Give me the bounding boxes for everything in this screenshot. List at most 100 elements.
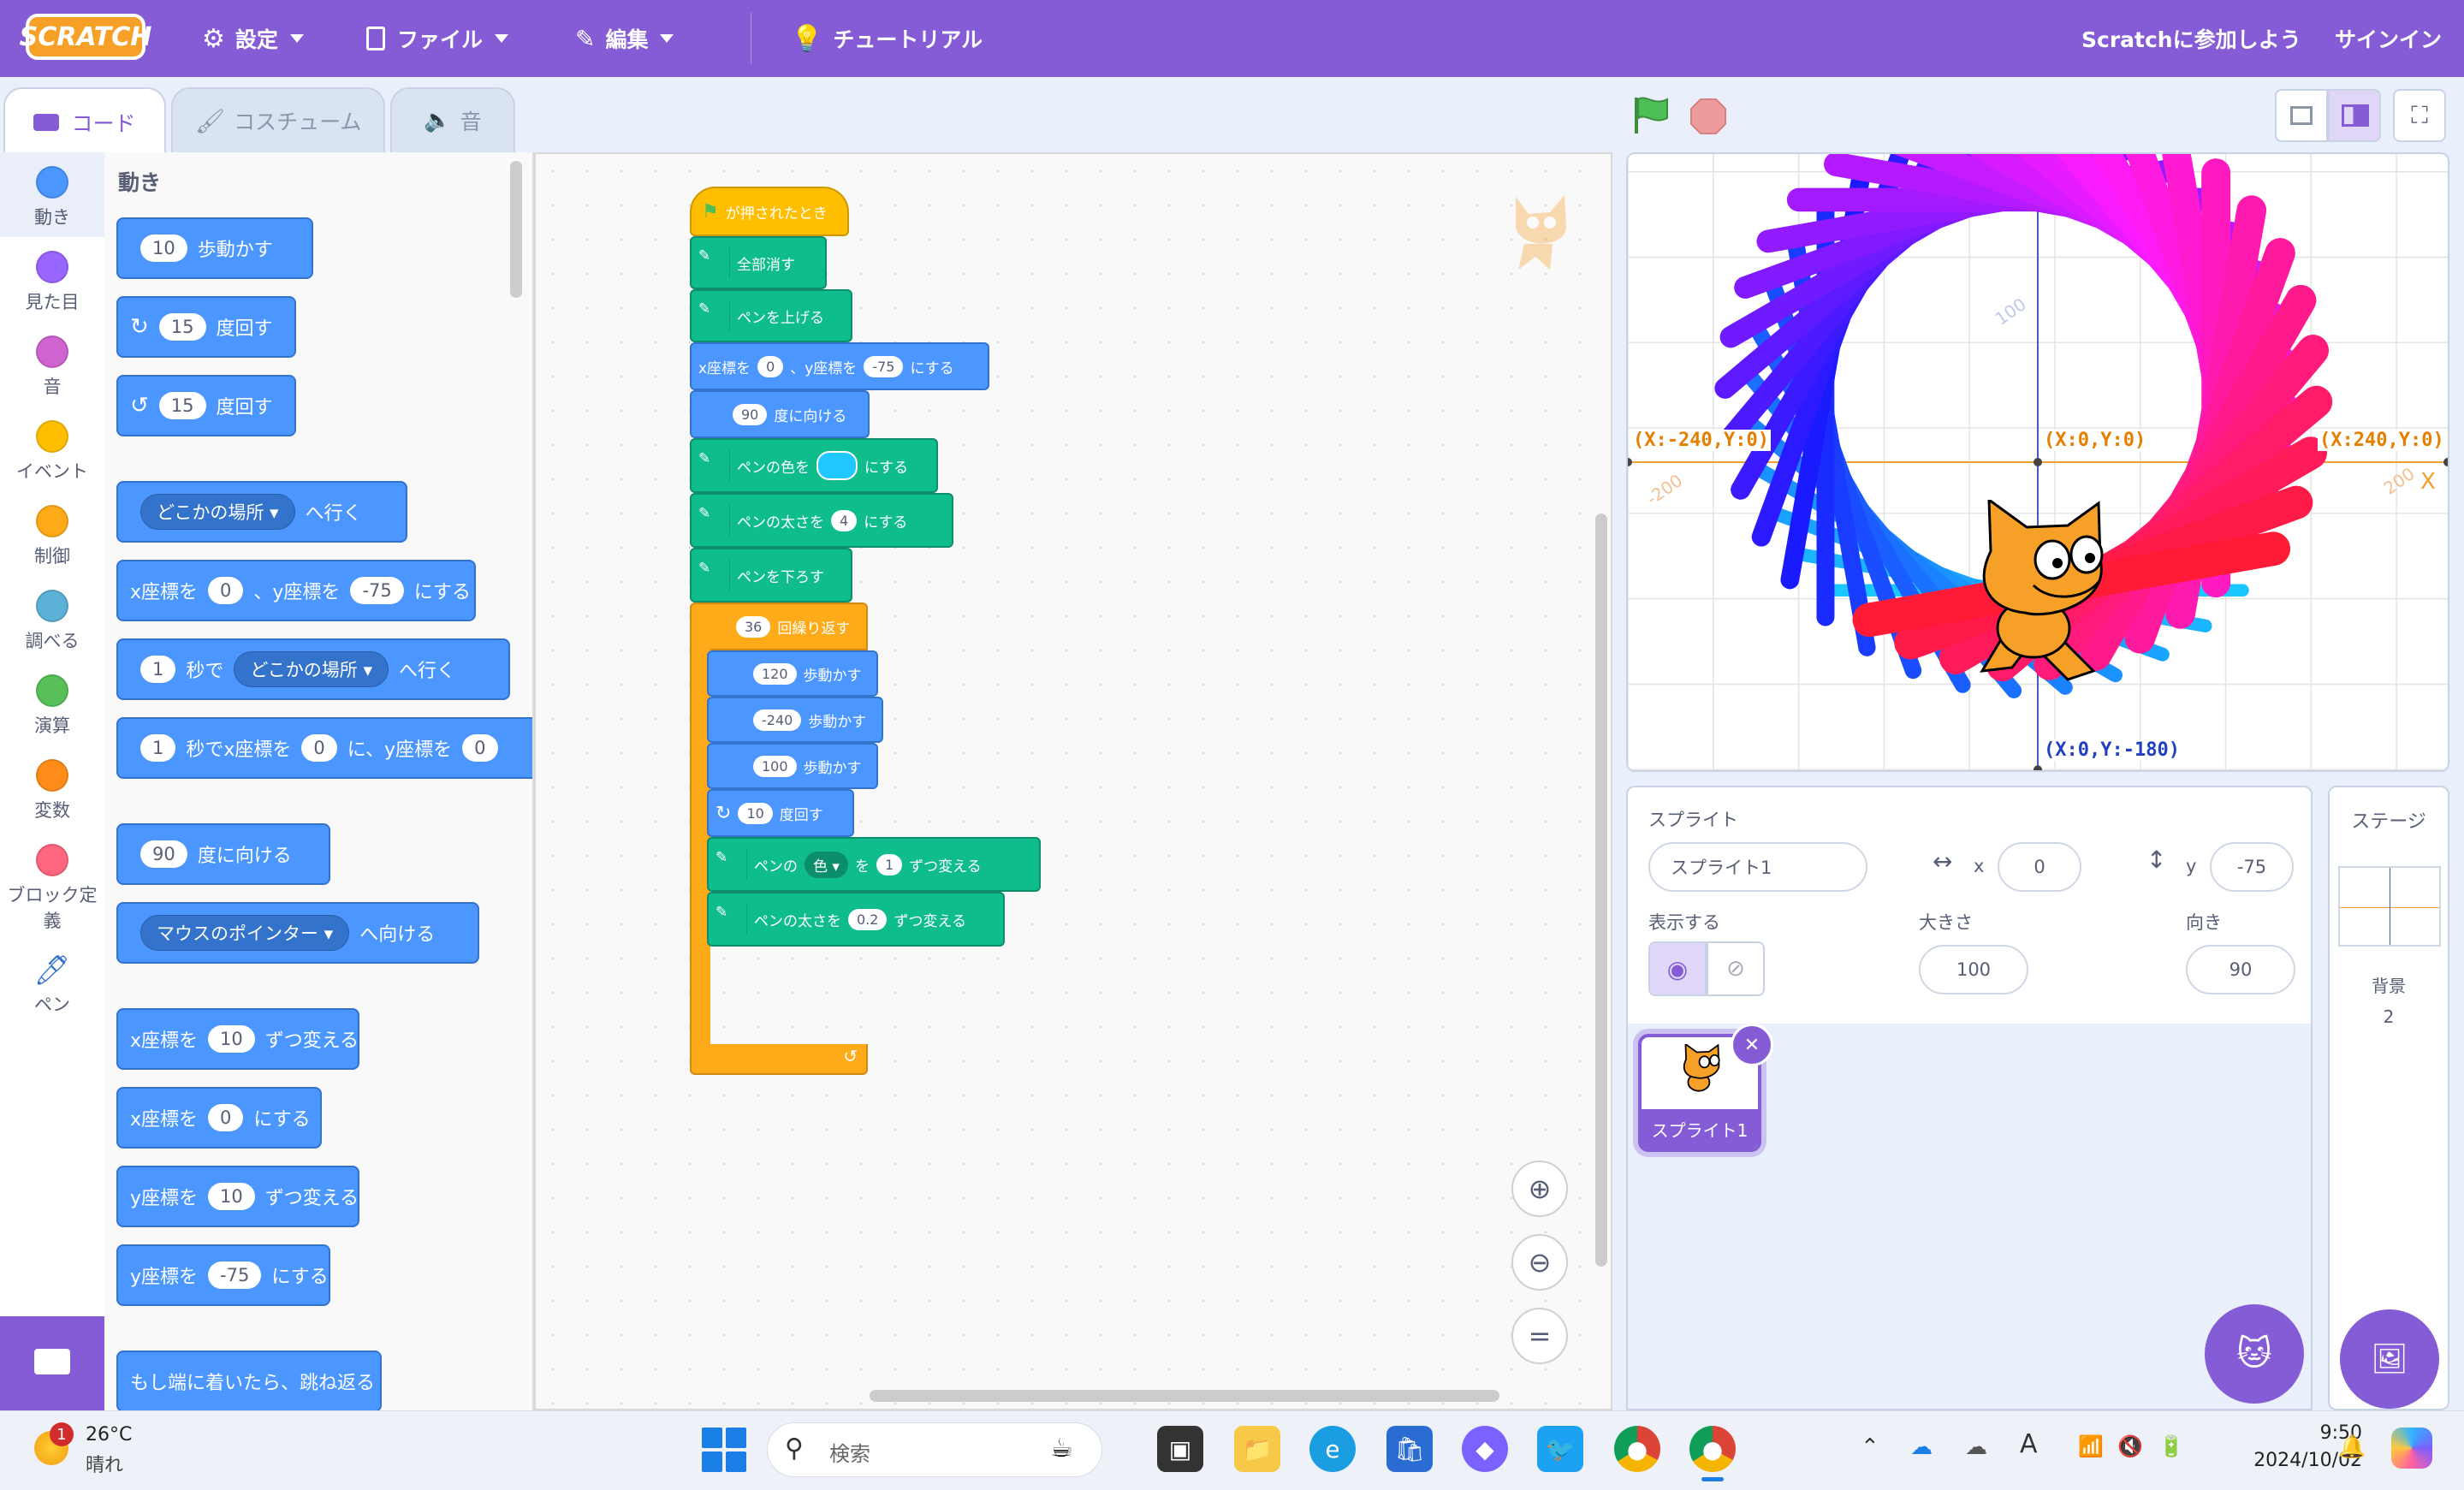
script-block-pen-up[interactable]: ✎ ペンを上げる xyxy=(690,289,852,342)
size-input[interactable]: 100 xyxy=(1919,945,2028,994)
tab-costumes[interactable]: 🖌 コスチューム xyxy=(171,87,385,152)
large-stage-button[interactable] xyxy=(2328,89,2381,142)
param-dropdown[interactable]: 色 ▾ xyxy=(805,851,848,878)
small-stage-button[interactable] xyxy=(2275,89,2328,142)
tab-code[interactable]: コード xyxy=(3,87,166,156)
script-block-move-1[interactable]: 120 歩動かす xyxy=(707,650,878,697)
x-input[interactable]: 0 xyxy=(208,577,244,604)
stop-button[interactable] xyxy=(1689,98,1727,135)
block-point-towards[interactable]: マウスのポインター ▾ へ向ける xyxy=(116,902,479,964)
x-input[interactable]: 0 xyxy=(301,734,337,762)
cloud-icon[interactable]: ☁ xyxy=(1965,1434,1987,1460)
script-block-when-flag[interactable]: ⚑ が押されたとき xyxy=(690,187,849,236)
script-block-turn[interactable]: ↻ 10 度回す xyxy=(707,789,854,837)
scratch-logo[interactable]: SCRATCH xyxy=(20,14,151,60)
stage-panel[interactable]: ステージ 背景 2 🖼 xyxy=(2328,786,2449,1410)
block-set-xy[interactable]: x座標を 0 、y座標を -75 にする xyxy=(116,560,476,621)
x-input[interactable]: 0 xyxy=(757,355,784,377)
file-menu[interactable]: ファイル xyxy=(366,0,509,77)
repeat-count-input[interactable]: 36 xyxy=(736,615,771,638)
ime-icon[interactable]: A xyxy=(2020,1429,2038,1459)
copilot-icon[interactable] xyxy=(2391,1428,2432,1469)
chrome-icon[interactable]: ● xyxy=(1614,1426,1660,1472)
script-block-goto-xy[interactable]: x座標を 0 、y座標を -75 にする xyxy=(690,342,989,390)
block-move-steps[interactable]: 10 歩動かす xyxy=(116,217,313,279)
block-change-x[interactable]: x座標を 10 ずつ変える xyxy=(116,1008,359,1070)
towards-dropdown[interactable]: マウスのポインター ▾ xyxy=(140,915,350,951)
taskbar-search[interactable]: ⚲ 検索 ☕ xyxy=(767,1422,1102,1477)
direction-input[interactable]: 90 xyxy=(2186,945,2295,994)
category-control[interactable]: 制御 xyxy=(0,505,104,568)
tray-chevron-icon[interactable]: ⌃ xyxy=(1861,1434,1879,1460)
script-block-repeat[interactable]: 36 回繰り返す xyxy=(690,603,868,650)
script-block-pen-down[interactable]: ✎ ペンを下ろす xyxy=(690,548,852,603)
category-myblocks[interactable]: ブロック定義 xyxy=(0,844,104,933)
zoom-in-button[interactable]: ⊕ xyxy=(1511,1161,1568,1217)
weather-widget[interactable]: 1 26°C 晴れ xyxy=(34,1422,171,1477)
glide-dropdown[interactable]: どこかの場所 ▾ xyxy=(234,651,389,687)
category-pen[interactable]: 🖊 ペン xyxy=(0,953,104,1017)
stage-canvas[interactable]: (X:-240,Y:0) (X:0,Y:0) (X:240,Y:0) (X:0,… xyxy=(1626,152,2449,772)
y-position-input[interactable]: -75 xyxy=(2210,842,2294,892)
seconds-input[interactable]: 1 xyxy=(140,656,176,683)
show-hidden-button[interactable]: ⊘ xyxy=(1707,941,1765,996)
add-extension-button[interactable] xyxy=(0,1316,104,1410)
direction-input[interactable]: 90 xyxy=(733,403,768,425)
bell-icon[interactable]: 🔔 xyxy=(2338,1434,2366,1460)
block-set-x[interactable]: x座標を 0 にする xyxy=(116,1087,322,1149)
fullscreen-button[interactable]: ⛶ xyxy=(2393,89,2446,142)
wifi-icon[interactable]: 📶 xyxy=(2078,1434,2104,1458)
tutorials-menu[interactable]: 💡 チュートリアル xyxy=(791,0,983,77)
y-input[interactable]: -75 xyxy=(208,1261,262,1289)
block-glide-xy[interactable]: 1 秒でx座標を 0 に、y座標を 0 xyxy=(116,717,532,779)
settings-menu[interactable]: ⚙ 設定 xyxy=(202,0,304,77)
choose-backdrop-button[interactable]: 🖼 xyxy=(2340,1309,2439,1409)
block-turn-right[interactable]: ↻ 15 度回す xyxy=(116,296,296,358)
seconds-input[interactable]: 1 xyxy=(140,734,176,762)
zoom-out-button[interactable]: ⊖ xyxy=(1511,1234,1568,1291)
x-change-input[interactable]: 10 xyxy=(208,1025,255,1053)
show-visible-button[interactable]: ◉ xyxy=(1648,941,1707,996)
edit-menu[interactable]: ✎ 編集 xyxy=(575,0,674,77)
block-point-direction[interactable]: 90 度に向ける xyxy=(116,823,330,885)
x-position-input[interactable]: 0 xyxy=(1998,842,2081,892)
edge-icon[interactable]: e xyxy=(1309,1426,1356,1472)
category-sound[interactable]: 音 xyxy=(0,335,104,399)
store-icon[interactable]: 🛍 xyxy=(1386,1426,1433,1472)
degrees-input[interactable]: 10 xyxy=(738,802,773,824)
start-button[interactable] xyxy=(702,1428,746,1472)
task-view-icon[interactable]: ▣ xyxy=(1157,1426,1203,1472)
delete-sprite-button[interactable]: ✕ xyxy=(1731,1024,1773,1066)
goto-dropdown[interactable]: どこかの場所 ▾ xyxy=(140,494,295,530)
volume-icon[interactable]: 🔇 xyxy=(2117,1434,2143,1458)
category-variables[interactable]: 変数 xyxy=(0,759,104,822)
script-block-point-direction[interactable]: 90 度に向ける xyxy=(690,390,870,438)
choose-sprite-button[interactable]: 🐱 xyxy=(2205,1304,2304,1404)
script-block-change-pen-color[interactable]: ✎ ペンの色 ▾ を 1 ずつ変える xyxy=(707,837,1041,892)
y-change-input[interactable]: 10 xyxy=(208,1183,255,1210)
y-input[interactable]: -75 xyxy=(864,355,904,377)
script-block-move-3[interactable]: 100 歩動かす xyxy=(707,743,878,789)
join-link[interactable]: Scratchに参加しよう xyxy=(2081,0,2301,77)
direction-input[interactable]: 90 xyxy=(140,840,187,868)
category-motion[interactable]: 動き xyxy=(0,166,104,229)
degrees-input[interactable]: 15 xyxy=(158,313,206,341)
y-input[interactable]: 0 xyxy=(462,734,498,762)
script-block-change-pen-size[interactable]: ✎ ペンの太さを 0.2 ずつ変える xyxy=(707,892,1005,947)
block-set-y[interactable]: y座標を -75 にする xyxy=(116,1244,330,1306)
cat-sprite[interactable] xyxy=(1948,500,2131,690)
block-bounce[interactable]: もし端に着いたら、跳ね返る xyxy=(116,1350,382,1410)
script-block-clear[interactable]: ✎ 全部消す xyxy=(690,236,827,289)
y-input[interactable]: -75 xyxy=(350,577,404,604)
sprite-name-input[interactable]: スプライト1 xyxy=(1648,842,1867,892)
steps-input[interactable]: -240 xyxy=(753,709,802,731)
block-glide-to[interactable]: 1 秒で どこかの場所 ▾ へ行く xyxy=(116,638,510,700)
palette-scrollbar[interactable] xyxy=(510,161,522,298)
tab-sounds[interactable]: 🔈 音 xyxy=(390,87,515,152)
degrees-input[interactable]: 15 xyxy=(158,392,206,419)
change-input[interactable]: 0.2 xyxy=(848,908,888,930)
steps-input[interactable]: 10 xyxy=(140,234,187,262)
change-input[interactable]: 1 xyxy=(876,853,903,876)
signin-link[interactable]: サインイン xyxy=(2335,0,2442,77)
steps-input[interactable]: 120 xyxy=(753,662,797,685)
